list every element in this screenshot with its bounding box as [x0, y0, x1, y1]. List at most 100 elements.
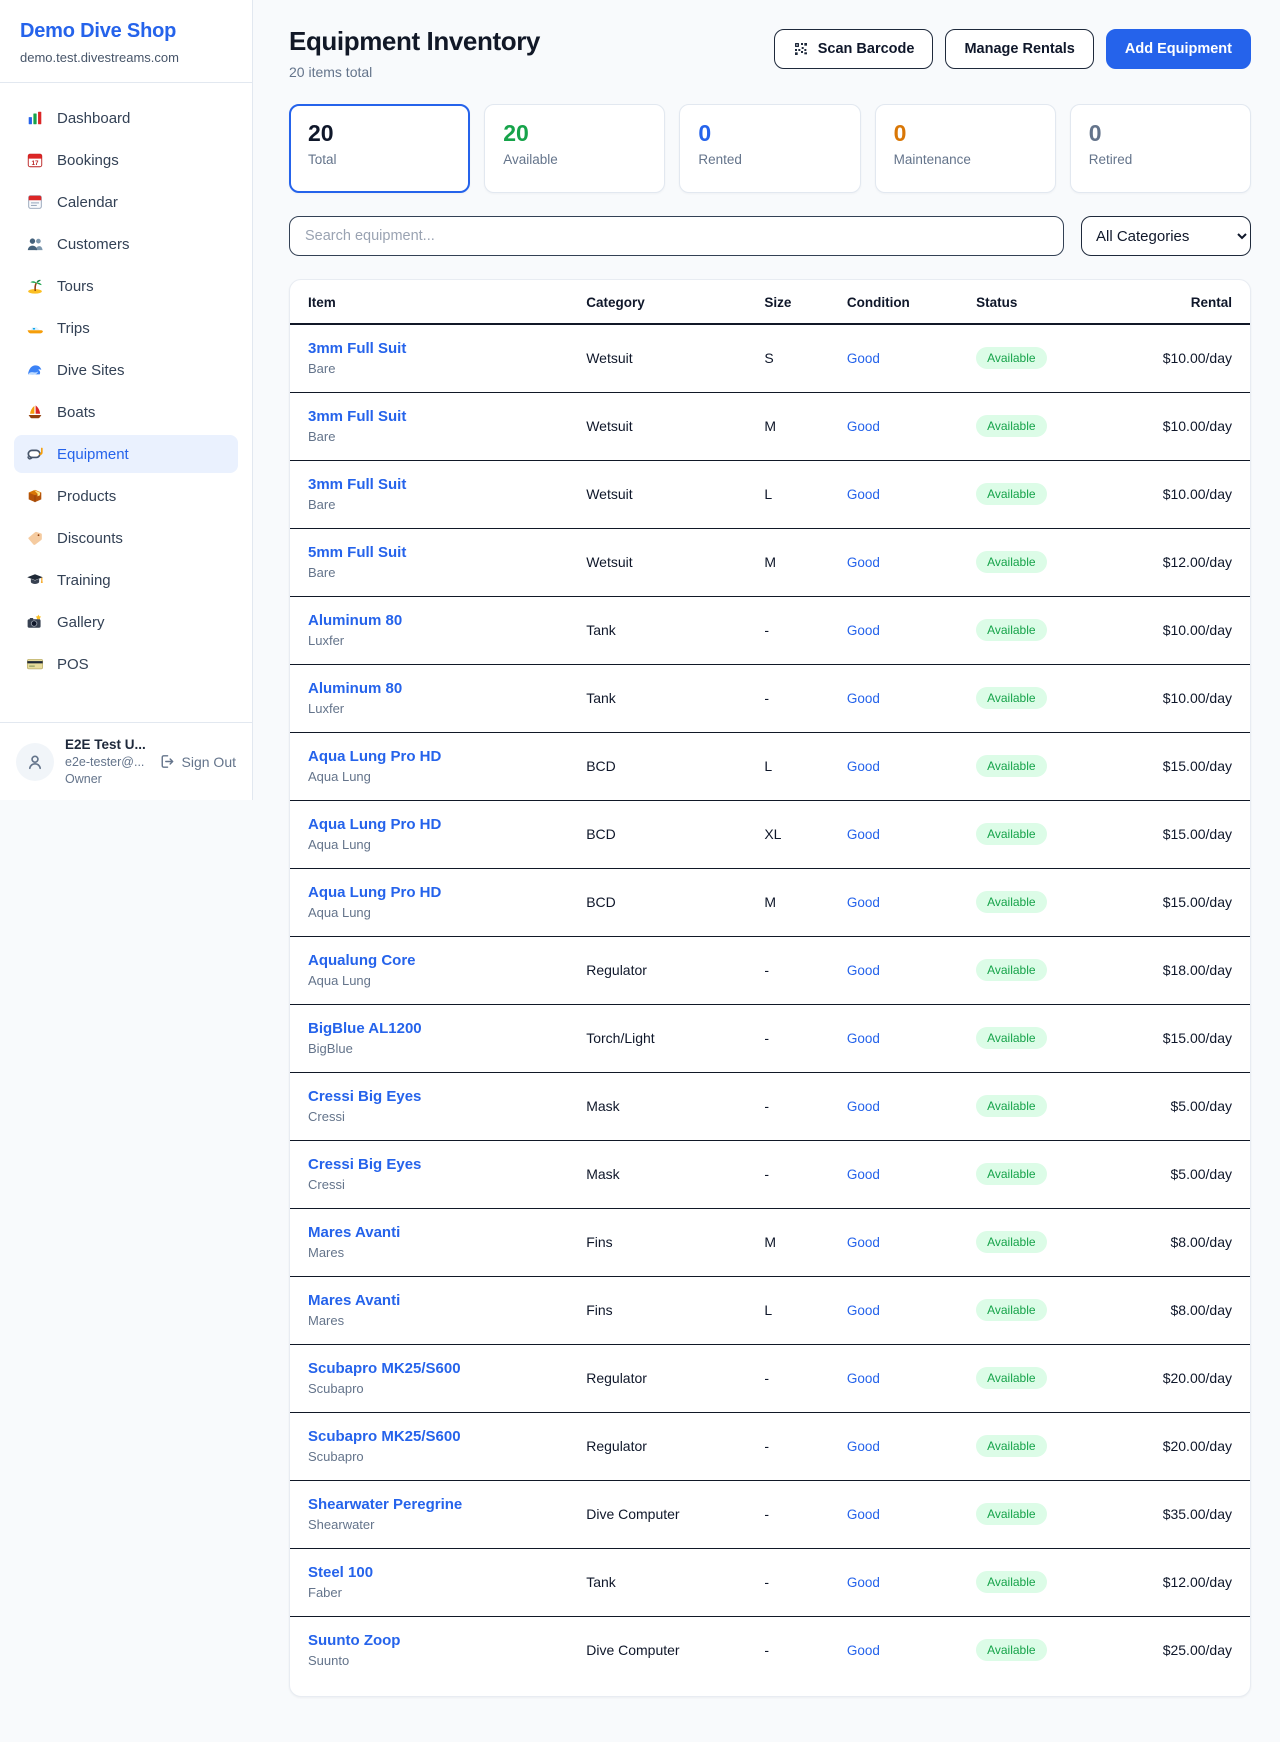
sidebar-item-bookings[interactable]: 17 Bookings	[14, 141, 238, 179]
item-brand: Aqua Lung	[308, 769, 570, 784]
sidebar-item-dashboard[interactable]: Dashboard	[14, 99, 238, 137]
item-condition[interactable]: Good	[839, 392, 968, 460]
item-condition[interactable]: Good	[839, 460, 968, 528]
sign-out-button[interactable]: Sign Out	[158, 753, 236, 770]
sidebar-item-tours[interactable]: Tours	[14, 267, 238, 305]
item-condition[interactable]: Good	[839, 528, 968, 596]
item-condition[interactable]: Good	[839, 1072, 968, 1140]
item-condition[interactable]: Good	[839, 324, 968, 392]
stat-card-retired[interactable]: 0 Retired	[1070, 104, 1251, 193]
table-row: Suunto Zoop Suunto Dive Computer - Good …	[290, 1616, 1250, 1684]
speedboat-icon	[26, 319, 44, 337]
item-name-link[interactable]: BigBlue AL1200	[308, 1020, 570, 1037]
stat-label: Rented	[698, 152, 841, 167]
table-row: Shearwater Peregrine Shearwater Dive Com…	[290, 1480, 1250, 1548]
item-condition[interactable]: Good	[839, 1412, 968, 1480]
item-condition[interactable]: Good	[839, 732, 968, 800]
item-condition[interactable]: Good	[839, 868, 968, 936]
item-brand: Aqua Lung	[308, 905, 570, 920]
item-category: Mask	[578, 1072, 756, 1140]
manage-rentals-button[interactable]: Manage Rentals	[945, 29, 1093, 69]
item-rental: $15.00/day	[1155, 732, 1250, 800]
shop-domain: demo.test.divestreams.com	[20, 50, 232, 65]
item-name-link[interactable]: Aqua Lung Pro HD	[308, 816, 570, 833]
item-name-link[interactable]: 3mm Full Suit	[308, 408, 570, 425]
item-condition[interactable]: Good	[839, 1276, 968, 1344]
item-name-link[interactable]: Aluminum 80	[308, 612, 570, 629]
sidebar-item-calendar[interactable]: Calendar	[14, 183, 238, 221]
item-condition[interactable]: Good	[839, 1480, 968, 1548]
item-name-link[interactable]: Mares Avanti	[308, 1224, 570, 1241]
sidebar-item-label: Dashboard	[57, 110, 130, 127]
sidebar-item-label: Tours	[57, 278, 94, 295]
item-name-link[interactable]: Aqua Lung Pro HD	[308, 748, 570, 765]
item-category: BCD	[578, 800, 756, 868]
item-condition[interactable]: Good	[839, 1344, 968, 1412]
status-badge: Available	[976, 619, 1046, 641]
credit-card-icon	[26, 655, 44, 673]
item-category: Mask	[578, 1140, 756, 1208]
stat-card-available[interactable]: 20 Available	[484, 104, 665, 193]
item-name-link[interactable]: 5mm Full Suit	[308, 544, 570, 561]
search-input[interactable]	[289, 216, 1064, 256]
item-condition[interactable]: Good	[839, 596, 968, 664]
stat-label: Available	[503, 152, 646, 167]
item-name-link[interactable]: Cressi Big Eyes	[308, 1088, 570, 1105]
item-rental: $10.00/day	[1155, 460, 1250, 528]
item-rental: $18.00/day	[1155, 936, 1250, 1004]
item-name-link[interactable]: Cressi Big Eyes	[308, 1156, 570, 1173]
stat-card-rented[interactable]: 0 Rented	[679, 104, 860, 193]
item-name-link[interactable]: Scubapro MK25/S600	[308, 1360, 570, 1377]
sidebar-item-equipment[interactable]: Equipment	[14, 435, 238, 473]
equipment-table: Item Category Size Condition Status Rent…	[290, 280, 1250, 1684]
user-email: e2e-tester@...	[65, 755, 147, 769]
item-brand: Mares	[308, 1313, 570, 1328]
sidebar-item-training[interactable]: Training	[14, 561, 238, 599]
item-category: BCD	[578, 868, 756, 936]
add-equipment-button[interactable]: Add Equipment	[1106, 29, 1251, 69]
item-name-link[interactable]: Steel 100	[308, 1564, 570, 1581]
item-condition[interactable]: Good	[839, 1140, 968, 1208]
item-condition[interactable]: Good	[839, 800, 968, 868]
sidebar-item-trips[interactable]: Trips	[14, 309, 238, 347]
item-name-link[interactable]: Suunto Zoop	[308, 1632, 570, 1649]
stat-card-total[interactable]: 20 Total	[289, 104, 470, 193]
item-name-link[interactable]: 3mm Full Suit	[308, 340, 570, 357]
item-rental: $25.00/day	[1155, 1616, 1250, 1684]
item-brand: Cressi	[308, 1177, 570, 1192]
item-name-link[interactable]: Mares Avanti	[308, 1292, 570, 1309]
item-condition[interactable]: Good	[839, 1004, 968, 1072]
sidebar-item-label: Bookings	[57, 152, 119, 169]
sidebar-item-customers[interactable]: Customers	[14, 225, 238, 263]
table-row: Scubapro MK25/S600 Scubapro Regulator - …	[290, 1412, 1250, 1480]
item-condition[interactable]: Good	[839, 664, 968, 732]
sidebar-item-boats[interactable]: Boats	[14, 393, 238, 431]
table-row: Cressi Big Eyes Cressi Mask - Good Avail…	[290, 1140, 1250, 1208]
column-header-size: Size	[756, 280, 839, 324]
item-condition[interactable]: Good	[839, 1548, 968, 1616]
stat-card-maintenance[interactable]: 0 Maintenance	[875, 104, 1056, 193]
item-name-link[interactable]: Aqualung Core	[308, 952, 570, 969]
sidebar-item-pos[interactable]: POS	[14, 645, 238, 683]
sidebar-item-products[interactable]: Products	[14, 477, 238, 515]
scan-barcode-button[interactable]: Scan Barcode	[774, 29, 934, 69]
item-name-link[interactable]: Aluminum 80	[308, 680, 570, 697]
item-name-link[interactable]: 3mm Full Suit	[308, 476, 570, 493]
item-category: Dive Computer	[578, 1480, 756, 1548]
category-select[interactable]: All Categories	[1081, 216, 1251, 256]
item-name-link[interactable]: Scubapro MK25/S600	[308, 1428, 570, 1445]
item-rental: $8.00/day	[1155, 1276, 1250, 1344]
sidebar-item-gallery[interactable]: Gallery	[14, 603, 238, 641]
main-content: Equipment Inventory 20 items total Scan …	[253, 0, 1280, 1727]
item-size: -	[756, 1072, 839, 1140]
item-rental: $35.00/day	[1155, 1480, 1250, 1548]
item-name-link[interactable]: Shearwater Peregrine	[308, 1496, 570, 1513]
column-header-rental: Rental	[1155, 280, 1250, 324]
item-condition[interactable]: Good	[839, 1616, 968, 1684]
item-condition[interactable]: Good	[839, 936, 968, 1004]
sidebar-item-discounts[interactable]: Discounts	[14, 519, 238, 557]
item-category: Regulator	[578, 936, 756, 1004]
item-condition[interactable]: Good	[839, 1208, 968, 1276]
item-name-link[interactable]: Aqua Lung Pro HD	[308, 884, 570, 901]
sidebar-item-dive-sites[interactable]: Dive Sites	[14, 351, 238, 389]
